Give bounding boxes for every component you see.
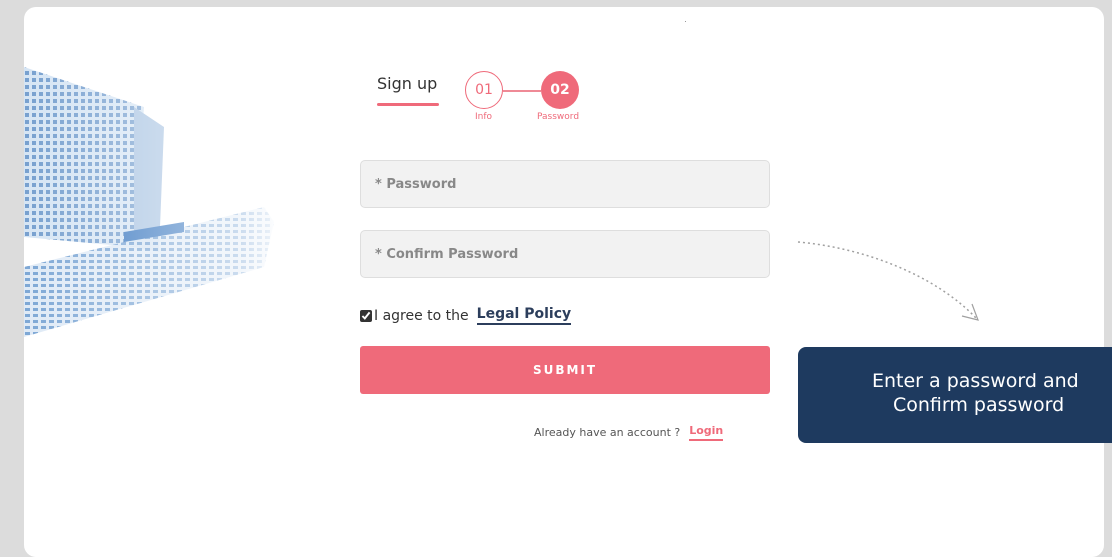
instruction-tooltip: Enter a password and Confirm password xyxy=(798,347,1112,443)
building-illustration xyxy=(24,7,294,387)
step-2-indicator[interactable]: 02 xyxy=(541,71,579,109)
already-have-account-text: Already have an account ? xyxy=(534,426,681,439)
decorative-dot xyxy=(685,21,686,22)
legal-agreement: I agree to the Legal Policy xyxy=(360,306,572,325)
confirm-password-input[interactable] xyxy=(360,230,770,278)
step-1-indicator[interactable]: 01 xyxy=(465,71,503,109)
tooltip-line-1: Enter a password and xyxy=(872,370,1079,392)
agree-text: I agree to the xyxy=(374,307,469,324)
password-input[interactable] xyxy=(360,160,770,208)
dotted-arrow-icon xyxy=(797,241,979,321)
signup-title: Sign up xyxy=(377,74,438,93)
step-connector xyxy=(503,90,541,92)
submit-button[interactable]: SUBMIT xyxy=(360,346,770,394)
step-2-label: Password xyxy=(537,112,580,122)
login-link[interactable]: Login xyxy=(689,424,724,441)
agree-checkbox[interactable] xyxy=(360,309,372,322)
tooltip-line-2: Confirm password xyxy=(893,394,1065,416)
signup-title-underline xyxy=(377,103,439,106)
legal-policy-link[interactable]: Legal Policy xyxy=(476,306,572,325)
step-1-label: Info xyxy=(475,112,493,122)
login-prompt: Already have an account ? Login xyxy=(534,424,724,441)
